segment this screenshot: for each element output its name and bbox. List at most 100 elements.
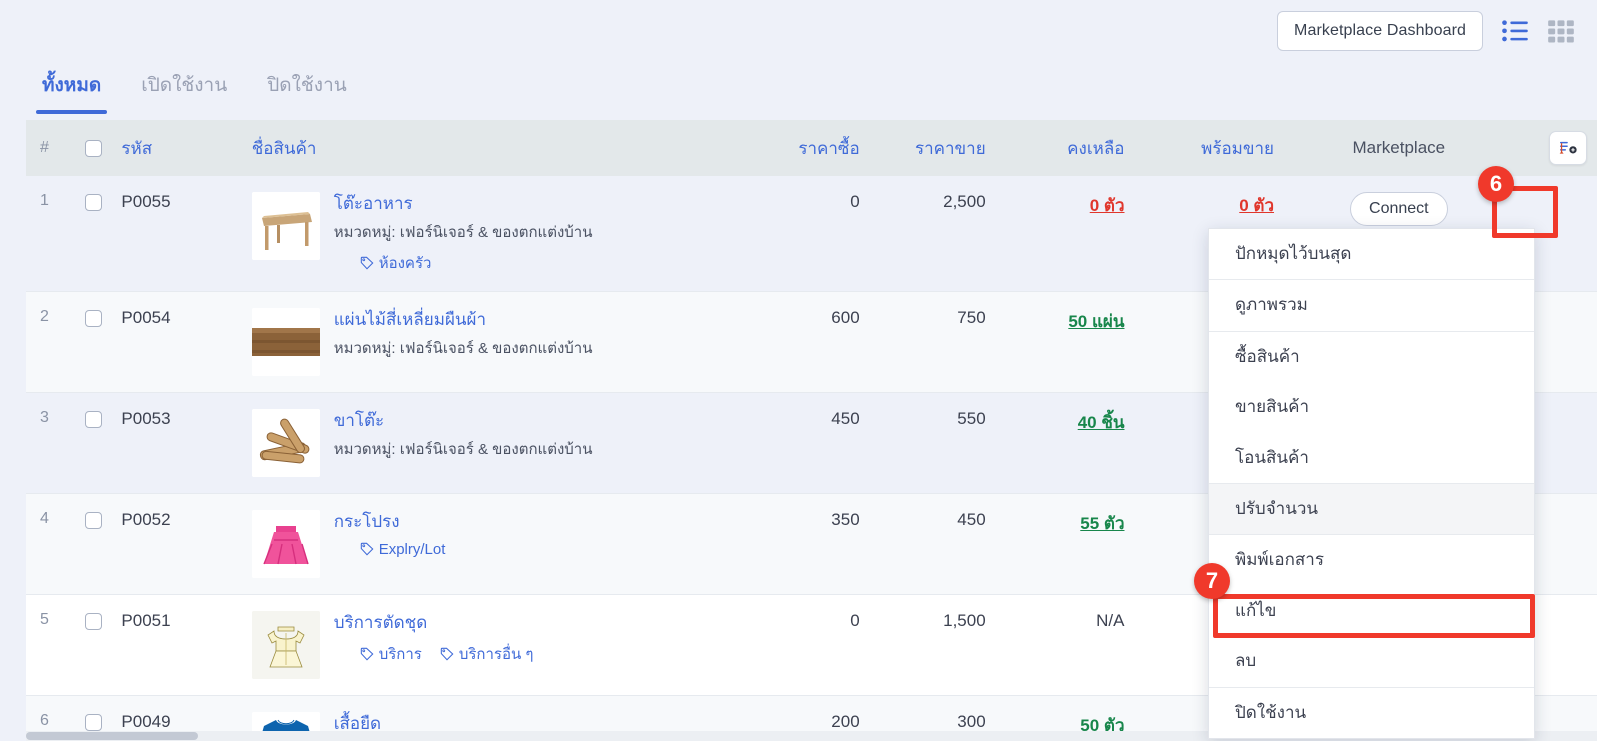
row-buy-price: 450 (743, 392, 870, 494)
row-sell-price: 450 (869, 493, 996, 595)
connect-button[interactable]: Connect (1350, 192, 1448, 226)
menu-item-pin-to-top[interactable]: ปักหมุดไว้บนสุด (1209, 229, 1534, 279)
product-tag-label: บริการ (378, 645, 422, 663)
header-actions (1513, 120, 1597, 176)
row-index: 6 (26, 695, 76, 733)
left-gutter (0, 120, 26, 733)
row-product: บริการตัดชุด บริการ บริการอื่น ๆ (241, 594, 744, 696)
stock-link[interactable]: 55 ตัว (1080, 514, 1124, 533)
product-name-link[interactable]: เสื้อยืด (334, 713, 494, 733)
row-stock: 50 ตัว (995, 695, 1135, 733)
select-all-checkbox[interactable] (84, 140, 102, 158)
row-buy-price: 200 (743, 695, 870, 733)
product-name-link[interactable]: แผ่นไม้สี่เหลี่ยมผืนผ้า (334, 309, 593, 331)
product-category: หมวดหมู่: เฟอร์นิเจอร์ & ของตกแต่งบ้าน (333, 339, 593, 357)
header-buy-price[interactable]: ราคาซื้อ (743, 120, 870, 176)
product-tag[interactable]: ห้องครัว (360, 251, 432, 275)
menu-item-print-document[interactable]: พิมพ์เอกสาร (1209, 535, 1534, 585)
tag-icon (360, 542, 374, 556)
row-stock: 40 ชิ้น (995, 392, 1135, 494)
row-select (75, 392, 112, 494)
marketplace-product-list-page: Marketplace Dashboard ทั้งหมด เปิดใช้งาน… (0, 0, 1597, 741)
row-index: 3 (26, 392, 76, 494)
product-thumbnail (251, 711, 320, 733)
tab-disabled[interactable]: ปิดใช้งาน (251, 62, 363, 114)
product-name-link[interactable]: กระโปรง (334, 511, 446, 533)
product-tag-label: Explry/Lot (378, 540, 446, 558)
tab-all[interactable]: ทั้งหมด (26, 62, 117, 114)
annotation-badge-7: 7 (1194, 563, 1230, 599)
available-link[interactable]: 0 ตัว (1239, 196, 1274, 215)
row-index: 1 (26, 176, 76, 292)
row-stock: N/A (995, 594, 1135, 696)
menu-item-sell-product[interactable]: ขายสินค้า (1209, 382, 1534, 432)
row-stock: 50 แผ่น (995, 291, 1135, 393)
column-settings-icon[interactable] (1549, 131, 1587, 165)
row-code: P0054 (111, 291, 242, 393)
row-kebab-menu-icon[interactable] (1538, 196, 1572, 230)
tag-icon (360, 256, 374, 270)
header-available[interactable]: พร้อมขาย (1134, 120, 1285, 176)
product-tag-label: ห้องครัว (378, 254, 432, 272)
product-tag[interactable]: บริการอื่น ๆ (440, 642, 534, 666)
menu-item-delete[interactable]: ลบ (1209, 636, 1534, 686)
row-code: P0055 (111, 176, 242, 292)
row-code: P0051 (111, 594, 242, 696)
menu-item-adjust-quantity[interactable]: ปรับจำนวน (1209, 483, 1534, 535)
header-code[interactable]: รหัส (111, 120, 242, 176)
product-category: หมวดหมู่: เฟอร์นิเจอร์ & ของตกแต่งบ้าน (333, 440, 593, 458)
row-select (75, 695, 112, 733)
row-select (75, 291, 112, 393)
tab-enabled[interactable]: เปิดใช้งาน (125, 62, 243, 114)
row-index: 2 (26, 291, 76, 393)
row-checkbox[interactable] (84, 612, 102, 630)
stock-link[interactable]: 40 ชิ้น (1078, 413, 1125, 432)
row-product: ขาโต๊ะ หมวดหมู่: เฟอร์นิเจอร์ & ของตกแต่… (241, 392, 744, 494)
product-name-link[interactable]: โต๊ะอาหาร (334, 193, 593, 215)
product-thumbnail (251, 307, 320, 376)
annotation-badge-6: 6 (1478, 166, 1514, 202)
menu-item-disable[interactable]: ปิดใช้งาน (1209, 688, 1534, 738)
header-stock[interactable]: คงเหลือ (995, 120, 1135, 176)
stock-link[interactable]: 50 แผ่น (1068, 312, 1124, 331)
status-tabs: ทั้งหมด เปิดใช้งาน ปิดใช้งาน (0, 62, 1597, 120)
menu-item-transfer-product[interactable]: โอนสินค้า (1209, 433, 1534, 483)
product-thumbnail (251, 408, 320, 477)
row-index: 4 (26, 493, 76, 595)
row-checkbox[interactable] (84, 713, 102, 731)
marketplace-dashboard-button[interactable]: Marketplace Dashboard (1277, 11, 1483, 51)
row-select (75, 493, 112, 595)
scrollbar-thumb[interactable] (26, 732, 198, 740)
row-product: แผ่นไม้สี่เหลี่ยมผืนผ้า หมวดหมู่: เฟอร์น… (241, 291, 744, 393)
row-product: โต๊ะอาหาร หมวดหมู่: เฟอร์นิเจอร์ & ของตก… (241, 176, 744, 292)
product-tag[interactable]: บริการ (360, 642, 422, 666)
product-tag-label: บริการอื่น ๆ (458, 645, 534, 663)
grid-view-icon[interactable] (1547, 18, 1575, 44)
row-stock: 0 ตัว (995, 176, 1135, 292)
row-checkbox[interactable] (84, 511, 102, 529)
product-name-link[interactable]: ขาโต๊ะ (334, 410, 593, 432)
list-view-icon[interactable] (1501, 18, 1529, 44)
tag-icon (360, 647, 374, 661)
row-select (75, 176, 112, 292)
table-header-row: # รหัส ชื่อสินค้า ราคาซื้อ ราคาขาย คงเหล… (26, 120, 1597, 176)
menu-item-buy-product[interactable]: ซื้อสินค้า (1209, 332, 1534, 382)
product-tag[interactable]: Explry/Lot (360, 540, 446, 558)
row-checkbox[interactable] (84, 194, 102, 212)
header-product-name[interactable]: ชื่อสินค้า (241, 120, 744, 176)
product-category: หมวดหมู่: เฟอร์นิเจอร์ & ของตกแต่งบ้าน (333, 224, 593, 242)
row-buy-price: 0 (743, 176, 870, 292)
row-sell-price: 300 (869, 695, 996, 733)
product-name-link[interactable]: บริการตัดชุด (334, 612, 534, 634)
header-select-all (75, 120, 112, 176)
row-code: P0053 (111, 392, 242, 494)
row-checkbox[interactable] (84, 410, 102, 428)
row-buy-price: 350 (743, 493, 870, 595)
stock-link[interactable]: 0 ตัว (1090, 196, 1125, 215)
row-checkbox[interactable] (84, 309, 102, 327)
header-index: # (26, 120, 76, 176)
header-sell-price[interactable]: ราคาขาย (869, 120, 996, 176)
product-tags: ห้องครัว (334, 251, 593, 275)
menu-item-overview[interactable]: ดูภาพรวม (1209, 280, 1534, 330)
menu-item-edit[interactable]: แก้ไข (1209, 586, 1534, 636)
